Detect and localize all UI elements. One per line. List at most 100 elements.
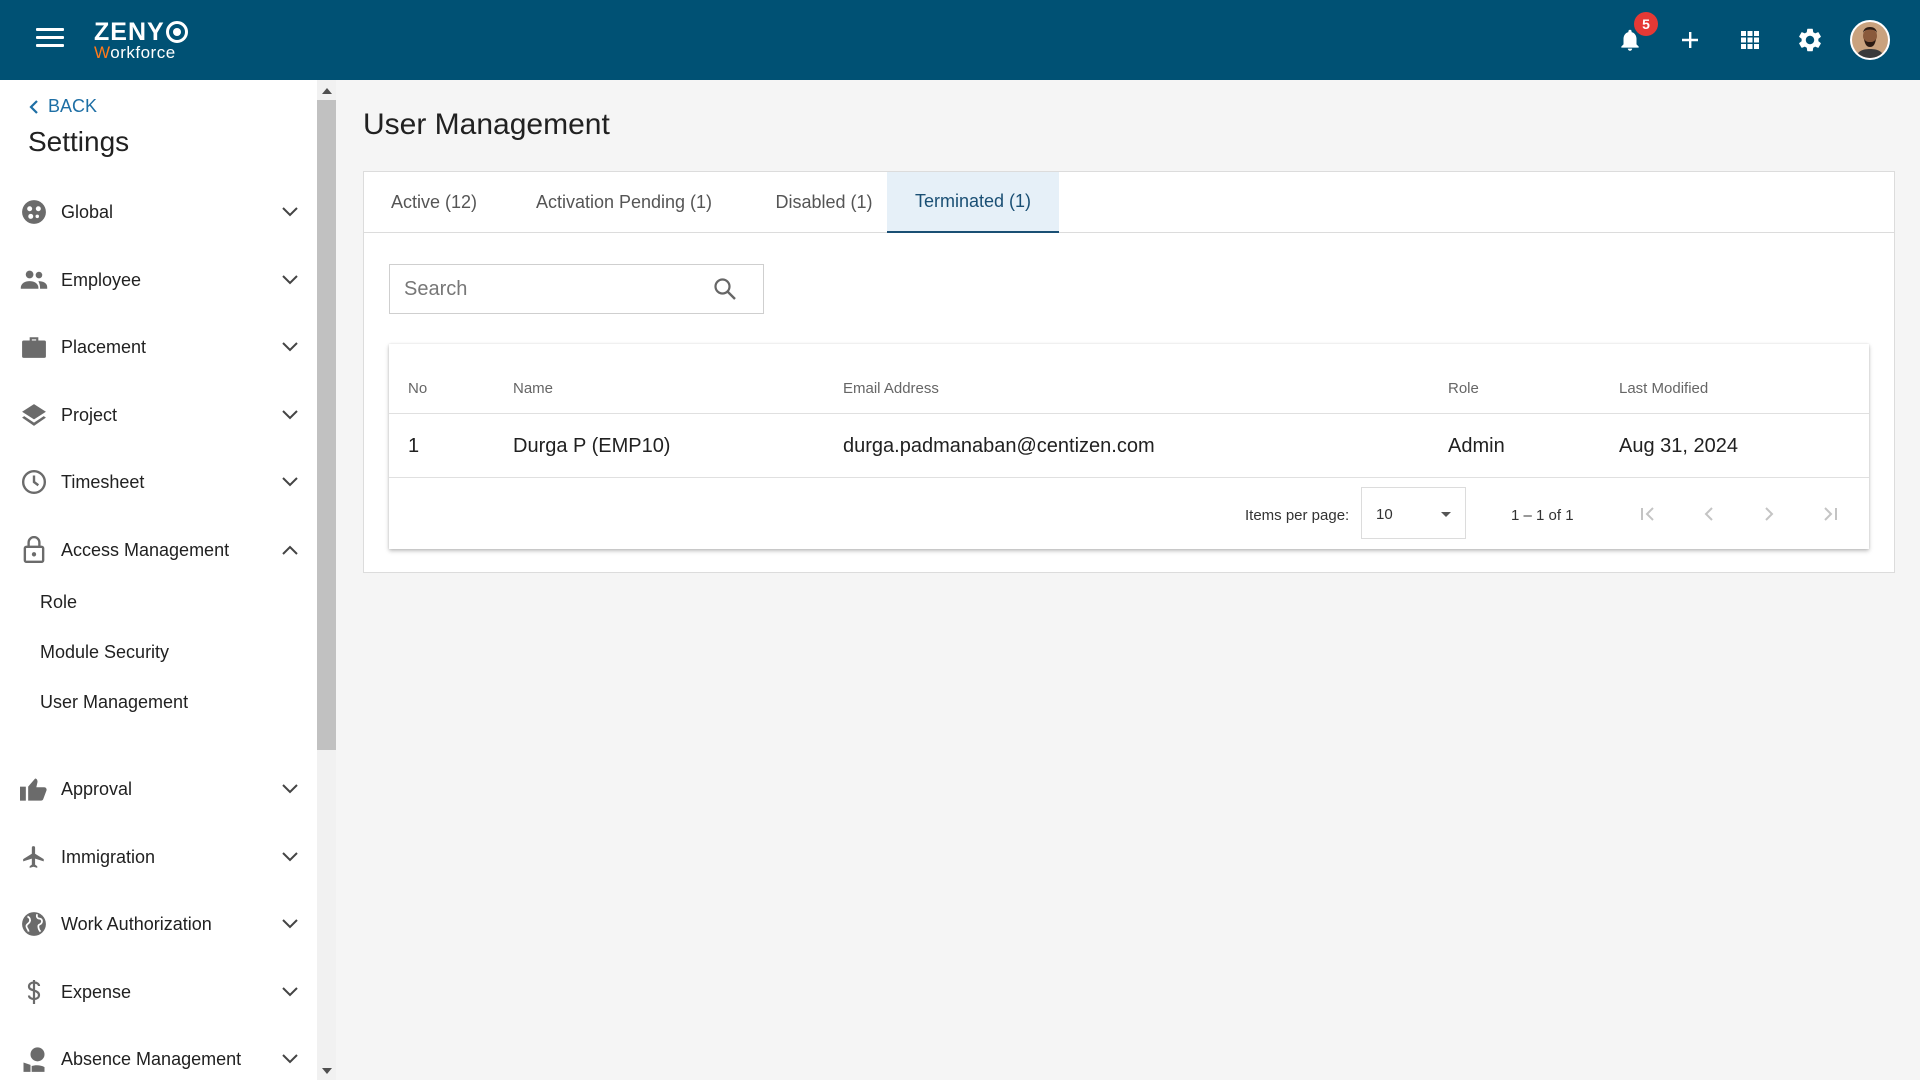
next-page-button[interactable] — [1754, 499, 1784, 529]
search-box — [389, 264, 764, 314]
cell-name: Durga P (EMP10) — [513, 435, 671, 457]
column-header-no[interactable]: No — [408, 380, 427, 397]
chevron-left-icon — [29, 99, 38, 114]
settings-button[interactable] — [1790, 20, 1830, 60]
sidebar-item-label: Project — [61, 404, 118, 425]
first-page-button[interactable] — [1634, 499, 1664, 529]
logo-text: ZENY — [94, 18, 165, 46]
apps-grid-icon — [1741, 31, 1759, 49]
tab-active[interactable]: Active (12) — [364, 172, 504, 233]
globe-icon — [20, 198, 48, 226]
sidebar-item-label: Timesheet — [61, 471, 145, 492]
logo-w: W — [94, 43, 111, 62]
cell-last-modified: Aug 31, 2024 — [1619, 435, 1738, 457]
user-management-card: Active (12) Activation Pending (1) Disab… — [363, 171, 1895, 573]
last-page-icon — [1824, 507, 1837, 521]
search-input[interactable] — [404, 265, 704, 313]
sidebar-title: Settings — [28, 126, 130, 157]
sidebar-subitem-role[interactable]: Role — [40, 592, 77, 613]
chevron-down-icon — [280, 914, 300, 934]
first-page-icon — [1641, 507, 1654, 521]
briefcase-icon — [20, 333, 48, 361]
sidebar-item-project[interactable]: Project — [0, 392, 317, 438]
page-title: User Management — [363, 108, 610, 141]
avatar-icon — [1852, 22, 1888, 58]
paginator: Items per page: 10 1 – 1 of 1 — [389, 479, 1869, 549]
items-per-page-label: Items per page: — [1245, 507, 1350, 524]
items-per-page-value: 10 — [1376, 506, 1393, 523]
sidebar-item-absence-management[interactable]: Absence Management — [0, 1036, 317, 1080]
sidebar-item-label: Expense — [61, 981, 132, 1002]
clock-icon — [20, 468, 48, 496]
logo-eye-mark — [165, 21, 188, 43]
sidebar-item-global[interactable]: Global — [0, 189, 317, 235]
cell-email: durga.padmanaban@centizen.com — [843, 435, 1155, 457]
chevron-down-icon — [280, 337, 300, 357]
dropdown-caret-icon — [1441, 512, 1451, 517]
sidebar-item-label: Absence Management — [61, 1048, 242, 1069]
users-table: No Name Email Address Role Last Modified… — [389, 344, 1869, 549]
last-page-button[interactable] — [1814, 499, 1844, 529]
chevron-down-icon — [280, 472, 300, 492]
user-avatar[interactable] — [1850, 20, 1890, 60]
sidebar-item-immigration[interactable]: Immigration — [0, 834, 317, 880]
sidebar-item-label: Approval — [61, 778, 133, 799]
sidebar-item-label: Placement — [61, 336, 147, 357]
lock-icon — [20, 536, 48, 564]
logo-subtext: orkforce — [110, 43, 176, 62]
notification-badge: 5 — [1634, 12, 1658, 36]
scroll-down-arrow-icon[interactable] — [322, 1068, 332, 1074]
sidebar-scrollbar[interactable] — [317, 80, 336, 1080]
back-label: BACK — [48, 96, 98, 116]
chevron-down-icon — [280, 202, 300, 222]
tab-activation-pending[interactable]: Activation Pending (1) — [504, 172, 744, 233]
column-header-email[interactable]: Email Address — [843, 380, 939, 397]
tab-terminated[interactable]: Terminated (1) — [887, 172, 1059, 233]
sidebar-item-expense[interactable]: Expense — [0, 969, 317, 1015]
chevron-down-icon — [280, 405, 300, 425]
status-tabs: Active (12) Activation Pending (1) Disab… — [364, 172, 1894, 233]
sidebar-item-label: Access Management — [61, 539, 230, 560]
sidebar-item-placement[interactable]: Placement — [0, 324, 317, 370]
apps-button[interactable] — [1730, 20, 1770, 60]
sidebar-subitem-user-management[interactable]: User Management — [40, 692, 188, 713]
previous-page-button[interactable] — [1694, 499, 1724, 529]
sidebar-item-label: Work Authorization — [61, 913, 212, 934]
chevron-down-icon — [280, 1049, 300, 1069]
app-logo[interactable]: ZENY Workforce — [94, 20, 188, 62]
sidebar-item-work-authorization[interactable]: Work Authorization — [0, 901, 317, 947]
page-range-label: 1 – 1 of 1 — [1511, 507, 1574, 524]
column-header-role[interactable]: Role — [1448, 380, 1479, 397]
chevron-left-icon — [1704, 507, 1713, 521]
notifications-button[interactable]: 5 — [1610, 12, 1658, 60]
cell-role: Admin — [1448, 435, 1505, 457]
items-per-page-select[interactable]: 10 — [1361, 487, 1466, 539]
column-header-name[interactable]: Name — [513, 380, 553, 397]
tab-disabled[interactable]: Disabled (1) — [744, 172, 904, 233]
back-link[interactable]: BACK — [28, 96, 97, 117]
thumbs-up-icon — [20, 775, 48, 803]
chevron-up-icon — [280, 540, 300, 560]
people-icon — [20, 266, 48, 294]
column-header-last-modified[interactable]: Last Modified — [1619, 380, 1708, 397]
sidebar-item-employee[interactable]: Employee — [0, 257, 317, 303]
sidebar-item-label: Global — [61, 201, 114, 222]
menu-icon[interactable] — [36, 28, 64, 52]
chevron-down-icon — [280, 847, 300, 867]
airplane-icon — [20, 843, 48, 871]
sidebar-subitem-module-security[interactable]: Module Security — [40, 642, 169, 663]
sidebar-item-approval[interactable]: Approval — [0, 766, 317, 812]
search-icon[interactable] — [713, 277, 737, 301]
sidebar-item-timesheet[interactable]: Timesheet — [0, 459, 317, 505]
top-app-bar: ZENY Workforce 5 — [0, 0, 1920, 80]
table-row[interactable]: 1 Durga P (EMP10) durga.padmanaban@centi… — [389, 413, 1869, 478]
cell-no: 1 — [408, 435, 420, 457]
dollar-icon — [20, 978, 48, 1006]
person-leave-icon — [20, 1045, 48, 1073]
chevron-right-icon — [1765, 507, 1774, 521]
add-button[interactable] — [1670, 20, 1710, 60]
scroll-up-arrow-icon[interactable] — [322, 88, 332, 94]
chevron-down-icon — [280, 779, 300, 799]
sidebar-item-access-management[interactable]: Access Management — [0, 527, 317, 573]
scrollbar-thumb[interactable] — [317, 100, 336, 750]
